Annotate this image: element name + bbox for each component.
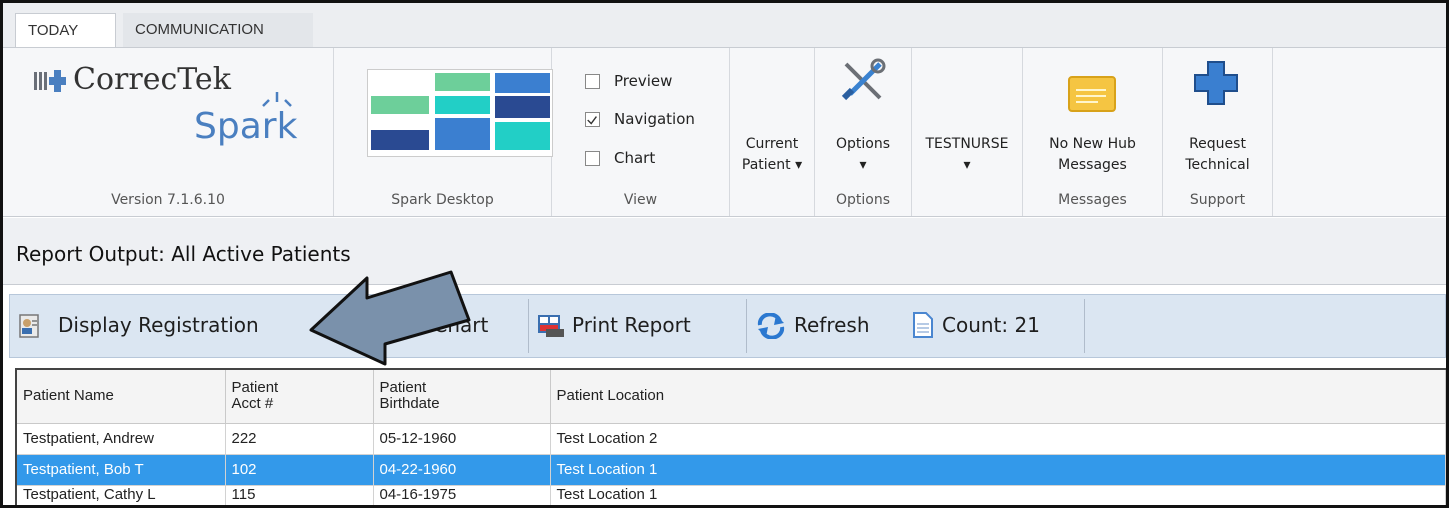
report-title: Report Output: All Active Patients — [16, 242, 351, 266]
hub-messages-button[interactable]: No New Hub Messages Messages — [1023, 48, 1163, 216]
options-label: Options ▾ — [835, 136, 891, 173]
refresh-label: Refresh — [794, 313, 870, 337]
display-registration-label: Display Registration — [58, 313, 259, 337]
ribbon: CorrecTek Spark Version 7.1.6.10 Spark D… — [3, 47, 1446, 217]
options-group-label: Options — [835, 192, 891, 208]
view-group-label: View — [623, 192, 658, 208]
print-report-label: Print Report — [572, 313, 691, 337]
spark-desktop-tiles-icon[interactable] — [367, 69, 553, 157]
messages-group-label: Messages — [1058, 192, 1127, 208]
envelope-icon — [1068, 76, 1116, 112]
cell-patient-location: Test Location 1 — [550, 454, 1446, 486]
checkbox-box[interactable] — [585, 151, 600, 166]
report-toolbar: Display Registration Print Chart Print R… — [3, 286, 1446, 364]
tab-communication[interactable]: COMMUNICATION — [123, 13, 313, 47]
ribbon-group-version: CorrecTek Spark Version 7.1.6.10 — [3, 48, 334, 216]
cell-patient-location: Test Location 1 — [550, 485, 1446, 505]
tools-icon — [841, 58, 886, 101]
table-header-row: Patient Name Patient Acct # Patient Birt… — [17, 370, 1446, 424]
current-patient-label: Current Patient ▾ — [741, 136, 803, 173]
refresh-button[interactable]: Refresh — [754, 295, 904, 357]
checkbox-label: Navigation — [614, 110, 695, 128]
display-registration-button[interactable]: Display Registration — [14, 295, 319, 357]
cell-patient-acct: 222 — [225, 423, 374, 455]
cell-patient-birthdate: 04-22-1960 — [373, 454, 551, 486]
spark-desktop-label: Spark Desktop — [391, 192, 494, 208]
medical-cross-icon — [1194, 61, 1238, 105]
checkbox-label: Chart — [614, 149, 656, 167]
ribbon-tab-strip: TODAY COMMUNICATION — [3, 3, 1446, 47]
logo-spark-text: Spark — [194, 106, 298, 147]
table-row[interactable]: Testpatient, Cathy L 115 04-16-1975 Test… — [17, 485, 1446, 505]
app-window: TODAY COMMUNICATION CorrecTek Spark Vers… — [0, 0, 1449, 508]
logo-correctek-text: CorrecTek — [73, 62, 231, 97]
table-row[interactable]: Testpatient, Andrew 222 05-12-1960 Test … — [17, 423, 1446, 455]
cell-patient-acct: 102 — [225, 454, 374, 486]
toolbar-separator — [1084, 299, 1085, 353]
checkbox-label: Preview — [614, 72, 673, 90]
column-header-patient-birthdate[interactable]: Patient Birthdate — [373, 370, 551, 424]
request-technical-support-button[interactable]: Request Technical Support — [1163, 48, 1273, 216]
document-icon — [913, 312, 933, 338]
cell-patient-location: Test Location 2 — [550, 423, 1446, 455]
toolbar-separator — [528, 299, 529, 353]
options-button[interactable]: Options ▾ Options — [815, 48, 912, 216]
table-row-selected[interactable]: Testpatient, Bob T 102 04-22-1960 Test L… — [17, 454, 1446, 486]
cell-patient-birthdate: 05-12-1960 — [373, 423, 551, 455]
patient-table: Patient Name Patient Acct # Patient Birt… — [17, 370, 1446, 505]
support-group-label: Support — [1189, 192, 1246, 208]
print-report-button[interactable]: Print Report — [534, 295, 746, 357]
check-icon — [587, 116, 597, 125]
ribbon-group-spark-desktop[interactable]: Spark Desktop — [334, 48, 553, 216]
checkbox-box-checked[interactable] — [585, 112, 600, 127]
ribbon-group-view: Preview Navigation Chart View — [552, 48, 730, 216]
count-indicator: Count: 21 — [910, 295, 1060, 357]
messages-label: No New Hub Messages — [1049, 136, 1136, 173]
annotation-arrow-icon — [309, 270, 471, 366]
registration-icon — [19, 314, 39, 338]
toolbar-strip: Display Registration Print Chart Print R… — [9, 294, 1446, 358]
column-header-patient-acct[interactable]: Patient Acct # — [225, 370, 374, 424]
cell-patient-acct: 115 — [225, 485, 374, 505]
tab-today[interactable]: TODAY — [15, 13, 116, 47]
toolbar-separator — [746, 299, 747, 353]
checkbox-box[interactable] — [585, 74, 600, 89]
refresh-icon — [757, 313, 785, 339]
correctek-logo-icon — [34, 70, 66, 92]
count-label: Count: 21 — [942, 313, 1040, 337]
current-patient-button[interactable]: Current Patient ▾ — [730, 48, 815, 216]
report-header: Report Output: All Active Patients — [3, 218, 1446, 285]
version-label: Version 7.1.6.10 — [111, 192, 225, 208]
cell-patient-name: Testpatient, Bob T — [17, 454, 226, 486]
patient-grid[interactable]: Patient Name Patient Acct # Patient Birt… — [15, 368, 1446, 505]
column-header-patient-location[interactable]: Patient Location — [550, 370, 1446, 424]
support-label: Request Technical — [1185, 136, 1250, 173]
cell-patient-name: Testpatient, Cathy L — [17, 485, 226, 505]
user-label: TESTNURSE ▾ — [925, 136, 1009, 173]
cell-patient-name: Testpatient, Andrew — [17, 423, 226, 455]
user-menu-button[interactable]: TESTNURSE ▾ — [912, 48, 1023, 216]
column-header-patient-name[interactable]: Patient Name — [17, 370, 226, 424]
cell-patient-birthdate: 04-16-1975 — [373, 485, 551, 505]
print-report-icon — [538, 315, 564, 337]
